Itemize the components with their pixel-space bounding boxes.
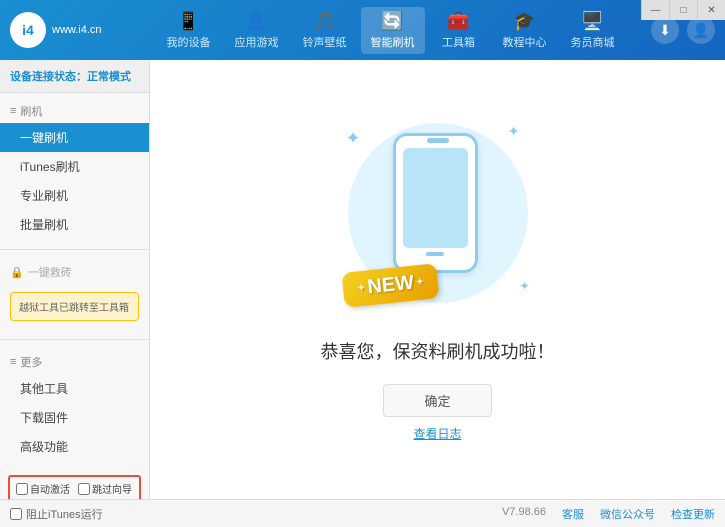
download-button[interactable]: ⬇ (651, 16, 679, 44)
logo-text: www.i4.cn (52, 23, 102, 37)
confirm-button[interactable]: 确定 (383, 384, 491, 417)
sparkle-tr-icon: ✦ (508, 123, 520, 140)
sparkle-tl-icon: ✦ (346, 128, 361, 149)
header-right: ⬇ 👤 (651, 16, 715, 44)
nav-tab-ringtone[interactable]: 🎵 铃声壁纸 (293, 7, 357, 54)
footer-left: 阻止iTunes运行 (10, 506, 103, 522)
version-label: V7.98.66 (502, 506, 546, 522)
toolbox-icon: 🧰 (447, 11, 469, 32)
rescue-group-title: 🔒一键救砖 (0, 260, 149, 284)
footer: 阻止iTunes运行 V7.98.66 客服 微信公众号 检查更新 (0, 499, 725, 527)
minimize-button[interactable]: — (641, 0, 669, 20)
nav-tab-toolbox[interactable]: 🧰 工具箱 (429, 7, 489, 54)
nav-tab-my-device[interactable]: 📱 我的设备 (157, 7, 221, 54)
tutorial-icon: 🎓 (513, 11, 535, 32)
sidebar-item-itunes-flash[interactable]: iTunes刷机 (0, 152, 149, 181)
rescue-group: 🔒一键救砖 越狱工具已跳转至工具箱 (0, 254, 149, 335)
main-content: ✦ ✦ ✦ ✦NEW✦ 恭喜您，保资料刷机成功啦！ 确定 查看日志 (150, 60, 725, 499)
block-itunes-label: 阻止iTunes运行 (26, 506, 103, 522)
logo-icon: i4 (10, 12, 46, 48)
view-log-link[interactable]: 查看日志 (413, 425, 461, 442)
skip-guide-input[interactable] (78, 483, 90, 495)
smart-flash-icon: 🔄 (381, 11, 403, 32)
nav-tab-service[interactable]: 🖥️ 务员商城 (561, 7, 625, 54)
sidebar-item-download-firmware[interactable]: 下载固件 (0, 403, 149, 432)
footer-link-refresh[interactable]: 检查更新 (671, 506, 715, 522)
more-group-title: ≡更多 (0, 350, 149, 374)
footer-right: V7.98.66 客服 微信公众号 检查更新 (502, 506, 715, 522)
nav-tab-apps-games[interactable]: 👤 应用游戏 (225, 7, 289, 54)
user-button[interactable]: 👤 (687, 16, 715, 44)
auto-activate-checkbox[interactable]: 自动激活 (16, 481, 70, 496)
sidebar-item-pro-flash[interactable]: 专业刷机 (0, 181, 149, 210)
sidebar: 设备连接状态：正常模式 ≡刷机 一键刷机 iTunes刷机 专业刷机 批量刷机 … (0, 60, 150, 499)
new-badge-text: ✦NEW✦ (355, 270, 424, 300)
success-message: 恭喜您，保资料刷机成功啦！ (321, 338, 555, 364)
connection-status: 设备连接状态：正常模式 (0, 60, 149, 93)
phone-body (393, 133, 478, 273)
phone-notch-bottom (426, 252, 444, 256)
ringtone-icon: 🎵 (313, 11, 335, 32)
sparkle-br-icon: ✦ (519, 279, 529, 293)
sidebar-divider-2 (0, 339, 149, 340)
phone-screen (403, 148, 468, 248)
footer-link-wechat[interactable]: 微信公众号 (600, 506, 655, 522)
nav-tab-tutorial[interactable]: 🎓 教程中心 (493, 7, 557, 54)
logo: i4 www.i4.cn (10, 12, 130, 48)
my-device-icon: 📱 (177, 11, 199, 32)
block-itunes-checkbox[interactable] (10, 508, 22, 520)
close-button[interactable]: ✕ (697, 0, 725, 20)
nav-tabs: 📱 我的设备 👤 应用游戏 🎵 铃声壁纸 🔄 智能刷机 🧰 工具箱 🎓 教程中心… (130, 7, 651, 54)
sidebar-item-other-tools[interactable]: 其他工具 (0, 374, 149, 403)
sidebar-divider-1 (0, 249, 149, 250)
maximize-button[interactable]: □ (669, 0, 697, 20)
auto-options-box: 自动激活 跳过向导 (8, 475, 141, 499)
phone-top-notch (427, 138, 449, 143)
flash-group: ≡刷机 一键刷机 iTunes刷机 专业刷机 批量刷机 (0, 93, 149, 245)
flash-group-title: ≡刷机 (0, 99, 149, 123)
rescue-notice: 越狱工具已跳转至工具箱 (10, 292, 139, 321)
nav-tab-smart-flash[interactable]: 🔄 智能刷机 (361, 7, 425, 54)
auto-activate-input[interactable] (16, 483, 28, 495)
skip-guide-checkbox[interactable]: 跳过向导 (78, 481, 132, 496)
service-icon: 🖥️ (581, 11, 603, 32)
phone-illustration: ✦ ✦ ✦ ✦NEW✦ (338, 118, 538, 318)
more-group: ≡更多 其他工具 下载固件 高级功能 (0, 344, 149, 467)
sidebar-item-advanced[interactable]: 高级功能 (0, 432, 149, 461)
apps-games-icon: 👤 (245, 11, 267, 32)
sidebar-item-batch-flash[interactable]: 批量刷机 (0, 210, 149, 239)
footer-link-home[interactable]: 客服 (562, 506, 584, 522)
sidebar-item-one-click-flash[interactable]: 一键刷机 (0, 123, 149, 152)
